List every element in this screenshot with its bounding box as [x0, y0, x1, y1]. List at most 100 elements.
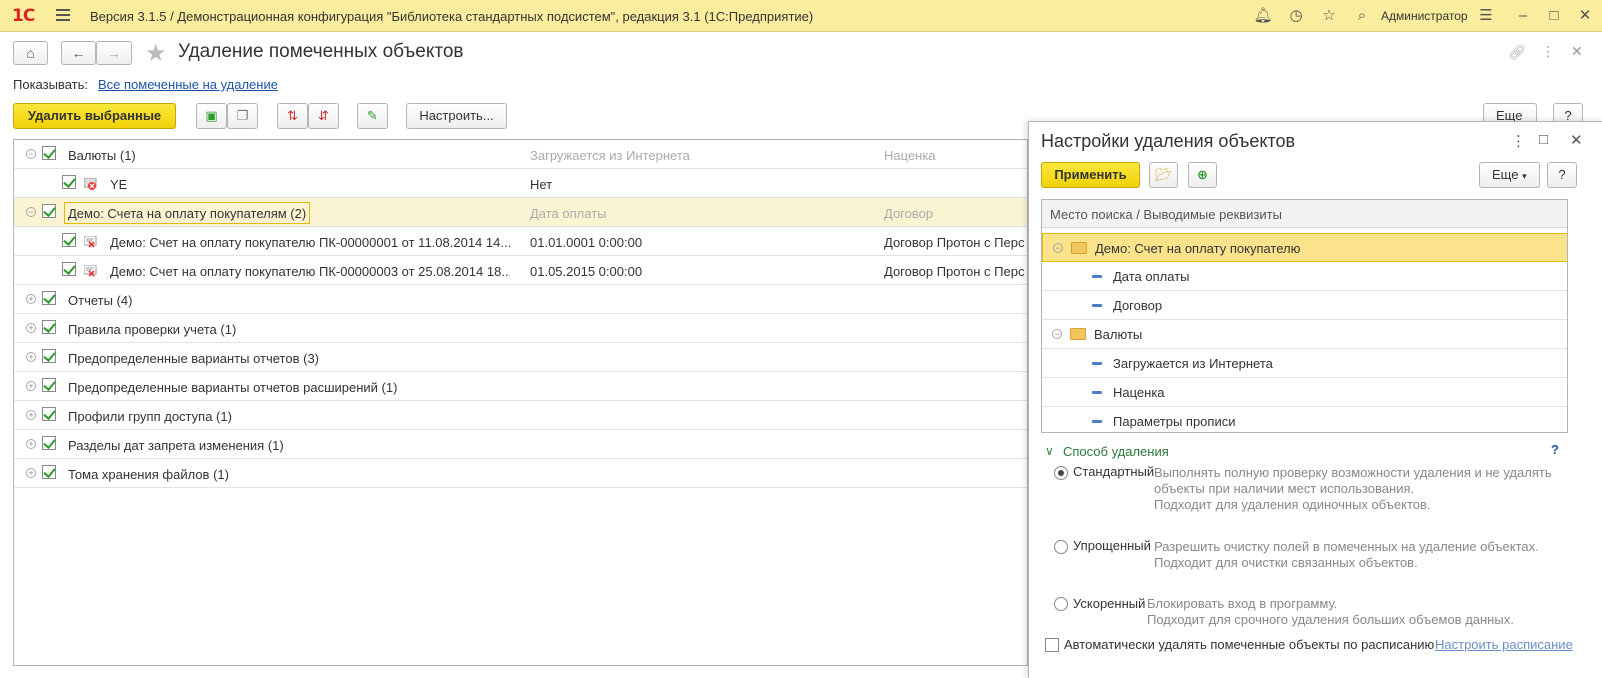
- collapse-icon[interactable]: −: [1053, 243, 1063, 253]
- table-row[interactable]: + Предопределенные варианты отчетов (3): [14, 343, 1027, 372]
- forward-button[interactable]: →: [96, 41, 132, 65]
- method-help-icon[interactable]: ?: [1551, 442, 1559, 457]
- minimize-icon[interactable]: –: [1513, 6, 1533, 26]
- table-row[interactable]: + Профили групп доступа (1): [14, 401, 1027, 430]
- row-checkbox[interactable]: [42, 436, 56, 450]
- show-filter-link[interactable]: Все помеченные на удаление: [98, 77, 278, 92]
- edit-button[interactable]: ✎: [357, 103, 388, 129]
- radio-simplified[interactable]: [1054, 540, 1068, 554]
- panel-maximize-icon[interactable]: □: [1539, 131, 1548, 148]
- table-row[interactable]: Демо: Счет на оплату покупателю ПК-00000…: [14, 227, 1027, 256]
- row-label: Разделы дат запрета изменения (1): [68, 438, 284, 453]
- row-checkbox[interactable]: [42, 204, 56, 218]
- bell-icon[interactable]: 🔔︎: [1253, 6, 1273, 26]
- back-button[interactable]: ←: [61, 41, 96, 65]
- expand-icon[interactable]: +: [26, 323, 36, 333]
- expand-icon[interactable]: +: [26, 468, 36, 478]
- row-checkbox[interactable]: [42, 291, 56, 305]
- column-header: Загружается из Интернета: [530, 148, 690, 163]
- expand-icon[interactable]: +: [26, 381, 36, 391]
- close-icon[interactable]: ✕: [1575, 6, 1595, 26]
- row-label: Предопределенные варианты отчетов расшир…: [68, 380, 398, 395]
- add-button[interactable]: ⊕: [1188, 162, 1217, 188]
- panel-close-icon[interactable]: ✕: [1570, 131, 1583, 149]
- main-menu-icon[interactable]: [56, 9, 70, 24]
- sort-desc-button[interactable]: ⇵: [308, 103, 339, 129]
- radio-accelerated-label[interactable]: Ускоренный: [1073, 596, 1145, 611]
- panel-more-button[interactable]: Еще ▾: [1479, 162, 1540, 188]
- apply-button[interactable]: Применить: [1041, 162, 1140, 188]
- favorite-star-icon[interactable]: ★: [145, 39, 167, 68]
- panel-more-vert-icon[interactable]: ⋮: [1511, 132, 1526, 150]
- configure-schedule-link[interactable]: Настроить расписание: [1435, 637, 1573, 652]
- auto-delete-label[interactable]: Автоматически удалять помеченные объекты…: [1064, 637, 1434, 652]
- auto-delete-checkbox[interactable]: [1045, 638, 1059, 652]
- table-row[interactable]: + Предопределенные варианты отчетов расш…: [14, 372, 1027, 401]
- search-icon[interactable]: ⌕: [1352, 6, 1372, 26]
- form-close-icon[interactable]: ✕: [1571, 43, 1583, 60]
- row-checkbox[interactable]: [62, 233, 76, 247]
- menu-icon[interactable]: ☰: [1476, 6, 1496, 26]
- check-all-button[interactable]: ▣: [196, 103, 227, 129]
- collapse-icon[interactable]: −: [26, 149, 36, 159]
- sort-asc-button[interactable]: ⇅: [277, 103, 308, 129]
- radio-simplified-label[interactable]: Упрощенный: [1073, 538, 1151, 553]
- tree-row[interactable]: − Демо: Счет на оплату покупателю: [1042, 233, 1567, 262]
- more-vert-icon[interactable]: ⋮: [1541, 43, 1555, 60]
- expand-icon[interactable]: +: [26, 410, 36, 420]
- collapse-icon[interactable]: −: [1052, 329, 1062, 339]
- maximize-icon[interactable]: □: [1544, 6, 1564, 26]
- configure-button[interactable]: Настроить...: [406, 103, 507, 129]
- expand-icon[interactable]: +: [26, 294, 36, 304]
- search-location-tree[interactable]: Место поиска / Выводимые реквизиты − Дем…: [1041, 199, 1568, 433]
- column-header: Дата оплаты: [530, 206, 607, 221]
- tree-row[interactable]: Загружается из Интернета: [1042, 349, 1567, 378]
- table-row[interactable]: YE Нет: [14, 169, 1027, 198]
- tree-row[interactable]: Наценка: [1042, 378, 1567, 407]
- add-folder-button[interactable]: 📂︎: [1149, 162, 1178, 188]
- radio-standard-label[interactable]: Стандартный: [1073, 464, 1154, 479]
- table-row[interactable]: + Отчеты (4): [14, 285, 1027, 314]
- uncheck-all-button[interactable]: ❐: [227, 103, 258, 129]
- radio-accelerated-desc: Блокировать вход в программу.: [1147, 596, 1338, 611]
- radio-standard[interactable]: [1054, 466, 1068, 480]
- collapse-icon[interactable]: −: [26, 207, 36, 217]
- method-group-title[interactable]: Способ удаления: [1063, 444, 1169, 459]
- row-checkbox[interactable]: [42, 320, 56, 334]
- tree-row[interactable]: Дата оплаты: [1042, 262, 1567, 291]
- delete-selected-button[interactable]: Удалить выбранные: [13, 103, 176, 129]
- row-checkbox[interactable]: [42, 465, 56, 479]
- expand-icon[interactable]: +: [26, 352, 36, 362]
- row-checkbox[interactable]: [42, 407, 56, 421]
- tree-row[interactable]: − Валюты: [1042, 320, 1567, 349]
- title-bar: 1С Версия 3.1.5 / Демонстрационная конфи…: [0, 0, 1602, 32]
- row-checkbox[interactable]: [62, 262, 76, 276]
- radio-accelerated[interactable]: [1054, 597, 1068, 611]
- table-row[interactable]: − Валюты (1) Загружается из Интернета На…: [14, 140, 1027, 169]
- cell-value: 01.01.0001 0:00:00: [530, 235, 643, 250]
- table-row[interactable]: + Правила проверки учета (1): [14, 314, 1027, 343]
- history-icon[interactable]: ◷: [1286, 6, 1306, 26]
- chevron-down-icon[interactable]: ∨: [1045, 444, 1054, 458]
- tree-row[interactable]: Параметры прописи: [1042, 407, 1567, 432]
- check-all-icon: ▣: [205, 108, 218, 123]
- row-checkbox[interactable]: [42, 378, 56, 392]
- home-button[interactable]: ⌂: [13, 41, 48, 65]
- expand-icon[interactable]: +: [26, 439, 36, 449]
- table-row[interactable]: Демо: Счет на оплату покупателю ПК-00000…: [14, 256, 1027, 285]
- panel-help-button[interactable]: ?: [1547, 162, 1577, 188]
- cell-value: Нет: [530, 177, 553, 192]
- row-checkbox[interactable]: [62, 175, 76, 189]
- objects-table[interactable]: − Валюты (1) Загружается из Интернета На…: [13, 139, 1028, 666]
- row-checkbox[interactable]: [42, 146, 56, 160]
- star-icon[interactable]: ☆: [1319, 6, 1339, 26]
- user-name[interactable]: Администратор: [1381, 9, 1468, 23]
- table-row[interactable]: − Демо: Счета на оплату покупателям (2) …: [14, 198, 1027, 227]
- tree-row-label: Договор: [1113, 298, 1163, 313]
- tree-row[interactable]: Договор: [1042, 291, 1567, 320]
- link-icon[interactable]: 🔗︎: [1508, 44, 1526, 61]
- table-row[interactable]: + Разделы дат запрета изменения (1): [14, 430, 1027, 459]
- row-label: Отчеты (4): [68, 293, 133, 308]
- row-checkbox[interactable]: [42, 349, 56, 363]
- table-row[interactable]: + Тома хранения файлов (1): [14, 459, 1027, 488]
